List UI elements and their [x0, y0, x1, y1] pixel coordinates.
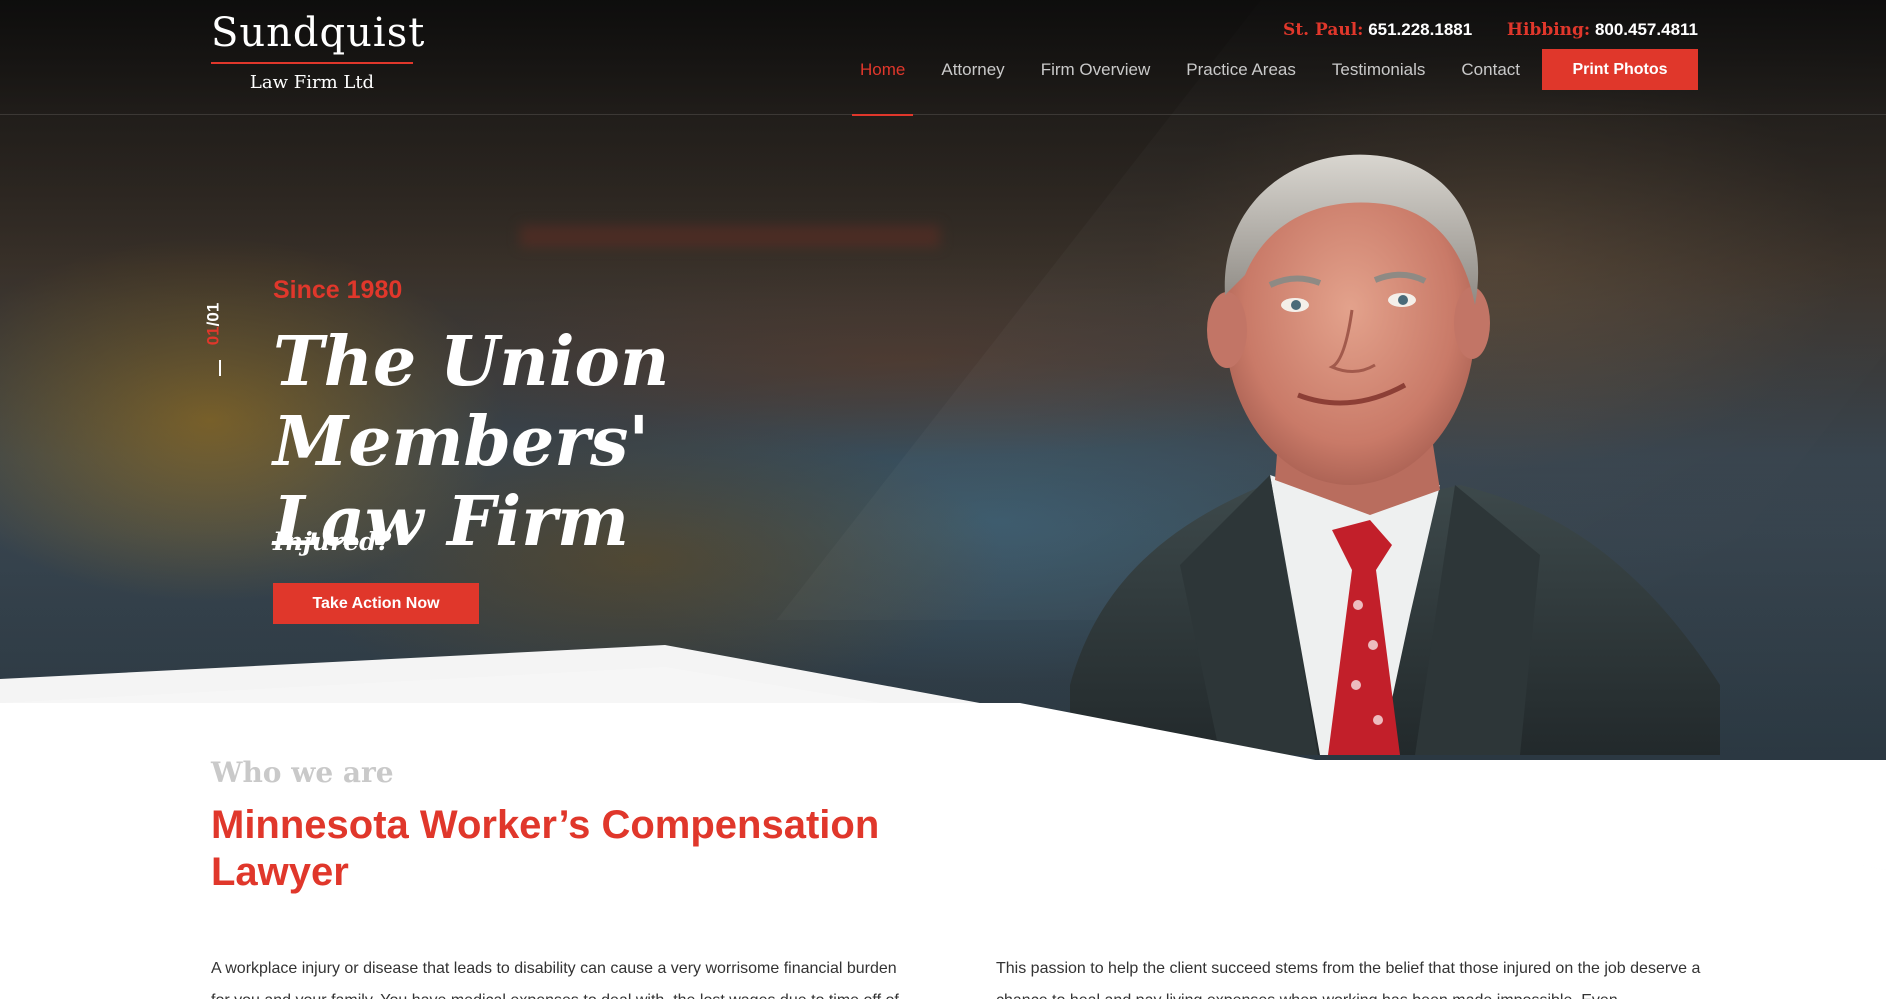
hero-subtitle: Injured? — [273, 527, 392, 556]
section-divider-waves — [0, 645, 1886, 999]
logo-subtitle: Law Firm Ltd — [249, 72, 375, 93]
phone-number-st-paul[interactable]: 651.228.1881 — [1368, 20, 1472, 39]
slide-indicator: 01/01 — [203, 298, 236, 383]
nav-item-home[interactable]: Home — [851, 50, 914, 116]
nav-item-attorney[interactable]: Attorney — [941, 50, 1004, 90]
slide-counter: 01/01 — [203, 303, 223, 346]
section-eyebrow: Who we are — [211, 756, 394, 789]
print-photos-button[interactable]: Print Photos — [1542, 49, 1698, 90]
nav-item-practice-areas[interactable]: Practice Areas — [1186, 50, 1296, 90]
intro-paragraph-left: A workplace injury or disease that leads… — [211, 960, 899, 999]
section-title-line-2: Lawyer — [211, 850, 349, 894]
section-title: Minnesota Worker’s Compensation Lawyer — [211, 802, 1011, 896]
slide-separator: / — [203, 321, 223, 327]
nav-item-contact[interactable]: Contact — [1461, 50, 1520, 90]
hero-title-line-1: The Union Members' — [273, 322, 670, 482]
hero-kicker: Since 1980 — [273, 276, 403, 304]
logo-divider — [211, 62, 413, 64]
slide-current: 01 — [203, 326, 223, 346]
phone-label-st-paul: St. Paul: — [1283, 20, 1364, 40]
slide-total: 01 — [203, 302, 223, 322]
phone-number-hibbing[interactable]: 800.457.4811 — [1595, 20, 1698, 39]
phone-label-hibbing: Hibbing: — [1506, 20, 1591, 40]
section-title-line-1: Minnesota Worker’s Compensation — [211, 803, 880, 847]
phone-numbers: St. Paul: 651.228.1881 Hibbing: 800.457.… — [1283, 20, 1698, 40]
slide-indicator-line — [219, 360, 221, 376]
hero-title: The Union Members' Law Firm — [273, 322, 993, 562]
site-header: Sundquist Law Firm Ltd St. Paul: 651.228… — [0, 0, 1886, 116]
main-nav: Home Attorney Firm Overview Practice Are… — [824, 49, 1698, 116]
intro-paragraph-right: This passion to help the client succeed … — [996, 960, 1701, 999]
logo-title: Sundquist — [211, 10, 426, 56]
site-logo[interactable]: Sundquist Law Firm Ltd — [211, 10, 426, 93]
nav-item-firm-overview[interactable]: Firm Overview — [1041, 50, 1151, 90]
nav-item-testimonials[interactable]: Testimonials — [1332, 50, 1426, 90]
